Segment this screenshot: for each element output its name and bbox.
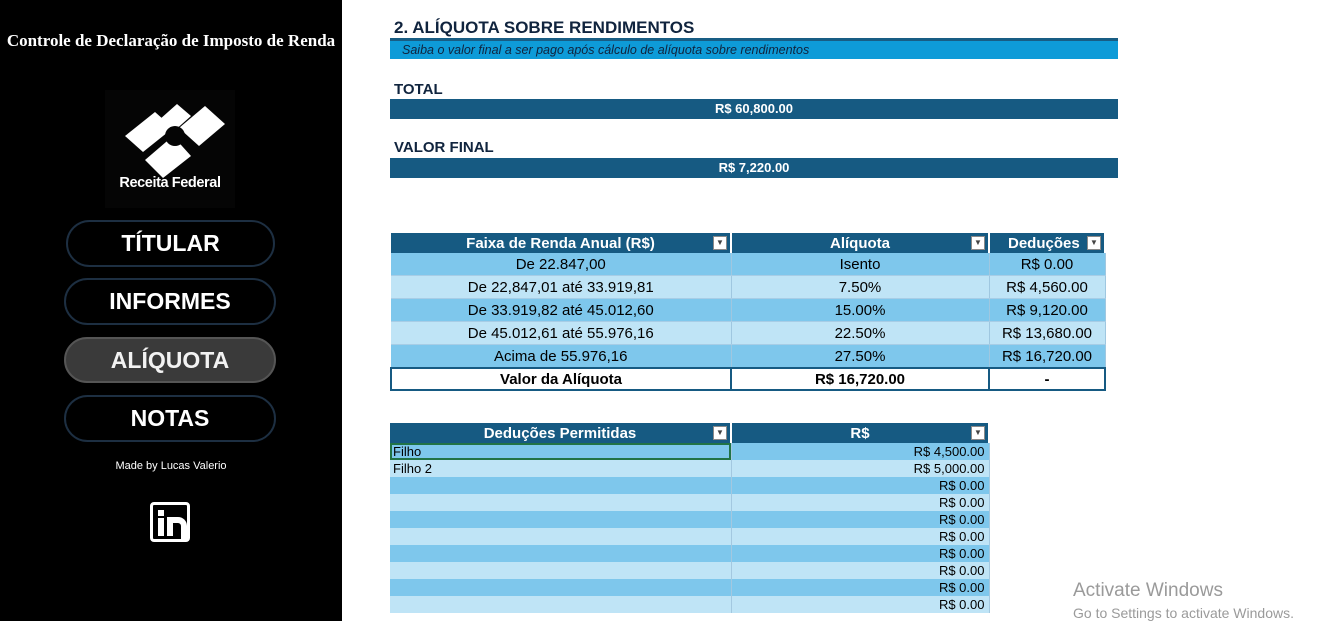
column-header-aliquota[interactable]: Alíquota ▼	[731, 233, 990, 253]
deduction-amount-cell[interactable]: R$ 0.00	[731, 596, 990, 613]
made-by-credit: Made by Lucas Valerio	[115, 460, 227, 472]
linkedin-n-arch	[167, 517, 187, 539]
table-row: Acima de 55.976,16 27.50% R$ 16,720.00	[391, 344, 1106, 369]
total-row-label[interactable]: Valor da Alíquota	[390, 367, 732, 391]
table-row: De 22.847,00 Isento R$ 0.00	[391, 253, 1106, 276]
table-row: Filho 2 R$ 5,000.00	[390, 460, 990, 477]
nav-button-aliquota[interactable]: ALÍQUOTA	[64, 337, 276, 383]
linkedin-i-bar	[158, 518, 164, 536]
filter-dropdown-icon[interactable]: ▼	[971, 426, 985, 440]
deduction-amount-cell[interactable]: R$ 0.00	[731, 494, 990, 511]
table-row: R$ 0.00	[390, 477, 990, 494]
deduction-name-cell[interactable]	[390, 511, 732, 528]
table-row: De 22,847,01 até 33.919,81 7.50% R$ 4,56…	[391, 275, 1106, 299]
column-header-faixa[interactable]: Faixa de Renda Anual (R$) ▼	[391, 233, 732, 253]
table-row: R$ 0.00	[390, 545, 990, 562]
column-header-deducoes[interactable]: Deduções ▼	[989, 233, 1106, 253]
watermark-title: Activate Windows	[1073, 580, 1223, 601]
column-header-deducoes-permitidas[interactable]: Deduções Permitidas ▼	[390, 423, 732, 443]
table-row: R$ 0.00	[390, 528, 990, 545]
app-title: Controle de Declaração de Imposto de Ren…	[6, 31, 336, 50]
filter-dropdown-icon[interactable]: ▼	[971, 236, 985, 250]
table-total-row: Valor da Alíquota R$ 16,720.00 -	[390, 367, 1106, 391]
column-header-label: R$	[850, 424, 870, 442]
table-header-row: Deduções Permitidas ▼ R$ ▼	[390, 423, 990, 443]
column-header-label: Alíquota	[830, 234, 890, 252]
filter-dropdown-icon[interactable]: ▼	[713, 236, 727, 250]
table-cell[interactable]: De 33.919,82 até 45.012,60	[391, 298, 732, 322]
column-header-label: Deduções	[1008, 234, 1080, 252]
total-row-deduction[interactable]: -	[988, 367, 1106, 391]
section-title: 2. ALÍQUOTA SOBRE RENDIMENTOS	[394, 18, 695, 37]
deduction-name-cell[interactable]	[390, 562, 732, 579]
filter-dropdown-icon[interactable]: ▼	[713, 426, 727, 440]
deduction-amount-cell[interactable]: R$ 0.00	[731, 511, 990, 528]
total-value[interactable]: R$ 60,800.00	[390, 99, 1118, 119]
filter-dropdown-icon[interactable]: ▼	[1087, 236, 1101, 250]
receita-federal-logo: Receita Federal	[105, 90, 235, 208]
sidebar: Controle de Declaração de Imposto de Ren…	[0, 0, 342, 621]
table-row: R$ 0.00	[390, 596, 990, 613]
deduction-amount-cell[interactable]: R$ 0.00	[731, 528, 990, 545]
table-cell[interactable]: R$ 4,560.00	[989, 275, 1106, 299]
deduction-name-cell[interactable]	[390, 477, 732, 494]
deduction-name-cell[interactable]	[390, 528, 732, 545]
final-value-label: VALOR FINAL	[394, 139, 494, 156]
table-cell[interactable]: R$ 0.00	[989, 253, 1106, 276]
total-label: TOTAL	[394, 81, 443, 98]
receita-federal-emblem-icon	[125, 104, 225, 178]
deductions-table: Deduções Permitidas ▼ R$ ▼ Filho R$ 4,500.…	[390, 423, 990, 613]
deduction-amount-cell[interactable]: R$ 0.00	[731, 545, 990, 562]
table-row: De 33.919,82 até 45.012,60 15.00% R$ 9,1…	[391, 298, 1106, 322]
table-row: De 45.012,61 até 55.976,16 22.50% R$ 13,…	[391, 321, 1106, 345]
total-row-value[interactable]: R$ 16,720.00	[730, 367, 990, 391]
table-cell[interactable]: R$ 9,120.00	[989, 298, 1106, 322]
deduction-name-cell[interactable]	[390, 579, 732, 596]
nav-button-informes[interactable]: INFORMES	[64, 278, 276, 325]
deduction-name-cell[interactable]: Filho	[390, 443, 732, 460]
column-header-valor[interactable]: R$ ▼	[731, 423, 990, 443]
linkedin-i-dot	[158, 510, 164, 516]
deduction-name-cell[interactable]	[390, 596, 732, 613]
column-header-label: Faixa de Renda Anual (R$)	[466, 234, 655, 252]
table-cell[interactable]: Isento	[731, 253, 990, 276]
deduction-name-cell[interactable]	[390, 494, 732, 511]
deduction-name-cell[interactable]: Filho 2	[390, 460, 732, 477]
table-cell[interactable]: De 45.012,61 até 55.976,16	[391, 321, 732, 345]
table-header-row: Faixa de Renda Anual (R$) ▼ Alíquota ▼ Ded…	[391, 233, 1106, 253]
nav-button-notas[interactable]: NOTAS	[64, 395, 276, 442]
subtitle-text: Saiba o valor final a ser pago após cálc…	[402, 43, 810, 57]
table-row: R$ 0.00	[390, 579, 990, 596]
subtitle-bar: Saiba o valor final a ser pago após cálc…	[390, 38, 1118, 59]
table-cell[interactable]: De 22.847,00	[391, 253, 732, 276]
nav-button-titular[interactable]: TÍTULAR	[66, 220, 275, 267]
table-cell[interactable]: 27.50%	[731, 344, 990, 369]
deduction-amount-cell[interactable]: R$ 5,000.00	[731, 460, 990, 477]
deduction-amount-cell[interactable]: R$ 0.00	[731, 579, 990, 596]
table-cell[interactable]: R$ 16,720.00	[989, 344, 1106, 369]
table-cell[interactable]: 7.50%	[731, 275, 990, 299]
logo-text: Receita Federal	[119, 175, 221, 191]
deduction-name-cell[interactable]	[390, 545, 732, 562]
table-row: R$ 0.00	[390, 494, 990, 511]
table-row: R$ 0.00	[390, 562, 990, 579]
table-cell[interactable]: 22.50%	[731, 321, 990, 345]
tax-bracket-table: Faixa de Renda Anual (R$) ▼ Alíquota ▼ Ded…	[390, 233, 1106, 391]
linkedin-icon[interactable]	[150, 502, 190, 542]
deduction-amount-cell[interactable]: R$ 0.00	[731, 477, 990, 494]
activate-windows-watermark: Activate Windows Go to Settings to activ…	[1073, 580, 1294, 621]
table-cell[interactable]: De 22,847,01 até 33.919,81	[391, 275, 732, 299]
table-row: Filho R$ 4,500.00	[390, 443, 990, 460]
table-cell[interactable]: Acima de 55.976,16	[391, 344, 732, 369]
table-cell[interactable]: R$ 13,680.00	[989, 321, 1106, 345]
watermark-subtitle: Go to Settings to activate Windows.	[1073, 605, 1294, 621]
deduction-amount-cell[interactable]: R$ 4,500.00	[731, 443, 990, 460]
column-header-label: Deduções Permitidas	[483, 424, 637, 442]
table-row: R$ 0.00	[390, 511, 990, 528]
table-cell[interactable]: 15.00%	[731, 298, 990, 322]
deduction-amount-cell[interactable]: R$ 0.00	[731, 562, 990, 579]
final-value[interactable]: R$ 7,220.00	[390, 158, 1118, 178]
